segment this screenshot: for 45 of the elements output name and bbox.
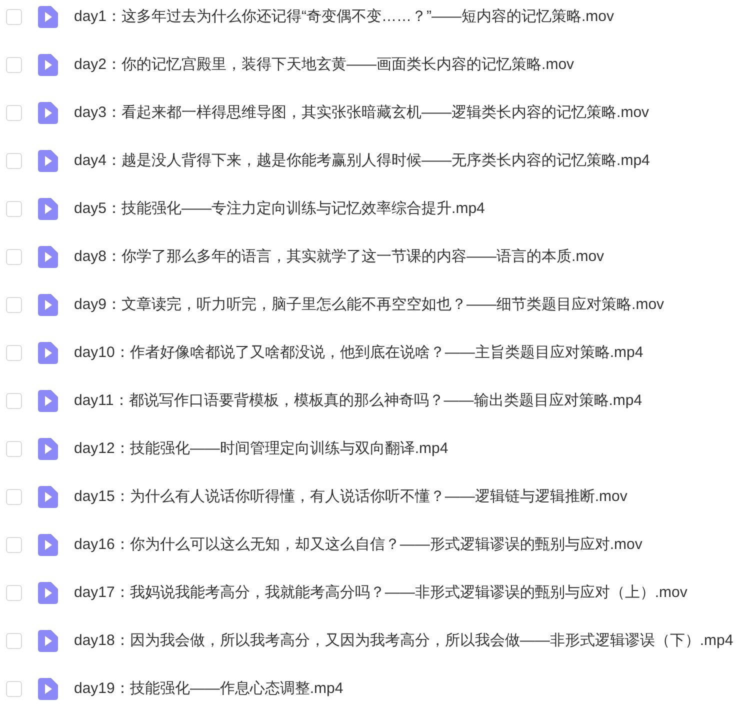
video-file-icon (38, 342, 58, 364)
video-file-icon (38, 246, 58, 268)
video-file-icon (38, 198, 58, 220)
file-name[interactable]: day15：为什么有人说话你听得懂，有人说话你听不懂？——逻辑链与逻辑推断.mov (74, 486, 628, 508)
checkbox[interactable] (6, 57, 22, 73)
video-file-icon (38, 438, 58, 460)
file-name[interactable]: day5：技能强化——专注力定向训练与记忆效率综合提升.mp4 (74, 198, 485, 220)
video-file-icon (38, 294, 58, 316)
video-file-icon (38, 6, 58, 28)
video-file-icon (38, 150, 58, 172)
file-name[interactable]: day19：技能强化——作息心态调整.mp4 (74, 678, 344, 700)
file-name[interactable]: day17：我妈说我能考高分，我就能考高分吗？——非形式逻辑谬误的甄别与应对（上）.mov (74, 582, 688, 604)
checkbox[interactable] (6, 585, 22, 601)
checkbox[interactable] (6, 297, 22, 313)
file-name[interactable]: day8：你学了那么多年的语言，其实就学了这一节课的内容——语言的本质.mov (74, 246, 604, 268)
file-name[interactable]: day2：你的记忆宫殿里，装得下天地玄黄——画面类长内容的记忆策略.mov (74, 54, 574, 76)
file-name[interactable]: day3：看起来都一样得思维导图，其实张张暗藏玄机——逻辑类长内容的记忆策略.mov (74, 102, 650, 124)
checkbox[interactable] (6, 537, 22, 553)
checkbox[interactable] (6, 249, 22, 265)
checkbox[interactable] (6, 153, 22, 169)
file-name[interactable]: day11：都说写作口语要背模板，模板真的那么神奇吗？——输出类题目应对策略.mp4 (74, 390, 642, 412)
file-name[interactable]: day9：文章读完，听力听完，脑子里怎么能不再空空如也？——细节类题目应对策略.mov (74, 294, 664, 316)
checkbox[interactable] (6, 681, 22, 697)
checkbox[interactable] (6, 393, 22, 409)
video-file-icon (38, 486, 58, 508)
checkbox[interactable] (6, 441, 22, 457)
video-file-icon (38, 102, 58, 124)
checkbox[interactable] (6, 489, 22, 505)
checkbox[interactable] (6, 9, 22, 25)
file-name[interactable]: day10：作者好像啥都说了又啥都没说，他到底在说啥？——主旨类题目应对策略.mp4 (74, 342, 644, 364)
file-name[interactable]: day4：越是没人背得下来，越是你能考赢别人得时候——无序类长内容的记忆策略.mp4 (74, 150, 650, 172)
checkbox[interactable] (6, 105, 22, 121)
file-name[interactable]: day18：因为我会做，所以我考高分，又因为我考高分，所以我会做——非形式逻辑谬误（下）.mp4 (74, 630, 734, 652)
file-name[interactable]: day16：你为什么可以这么无知，却又这么自信？——形式逻辑谬误的甄别与应对.mov (74, 534, 642, 556)
file-name[interactable]: day12：技能强化——时间管理定向训练与双向翻译.mp4 (74, 438, 448, 460)
checkbox[interactable] (6, 201, 22, 217)
video-file-icon (38, 630, 58, 652)
video-file-icon (38, 534, 58, 556)
file-name[interactable]: day1：这多年过去为什么你还记得“奇变偶不变……？”——短内容的记忆策略.mov (74, 6, 614, 28)
video-file-icon (38, 54, 58, 76)
video-file-icon (38, 582, 58, 604)
checkbox[interactable] (6, 345, 22, 361)
video-file-icon (38, 678, 58, 700)
video-file-icon (38, 390, 58, 412)
checkbox[interactable] (6, 633, 22, 649)
